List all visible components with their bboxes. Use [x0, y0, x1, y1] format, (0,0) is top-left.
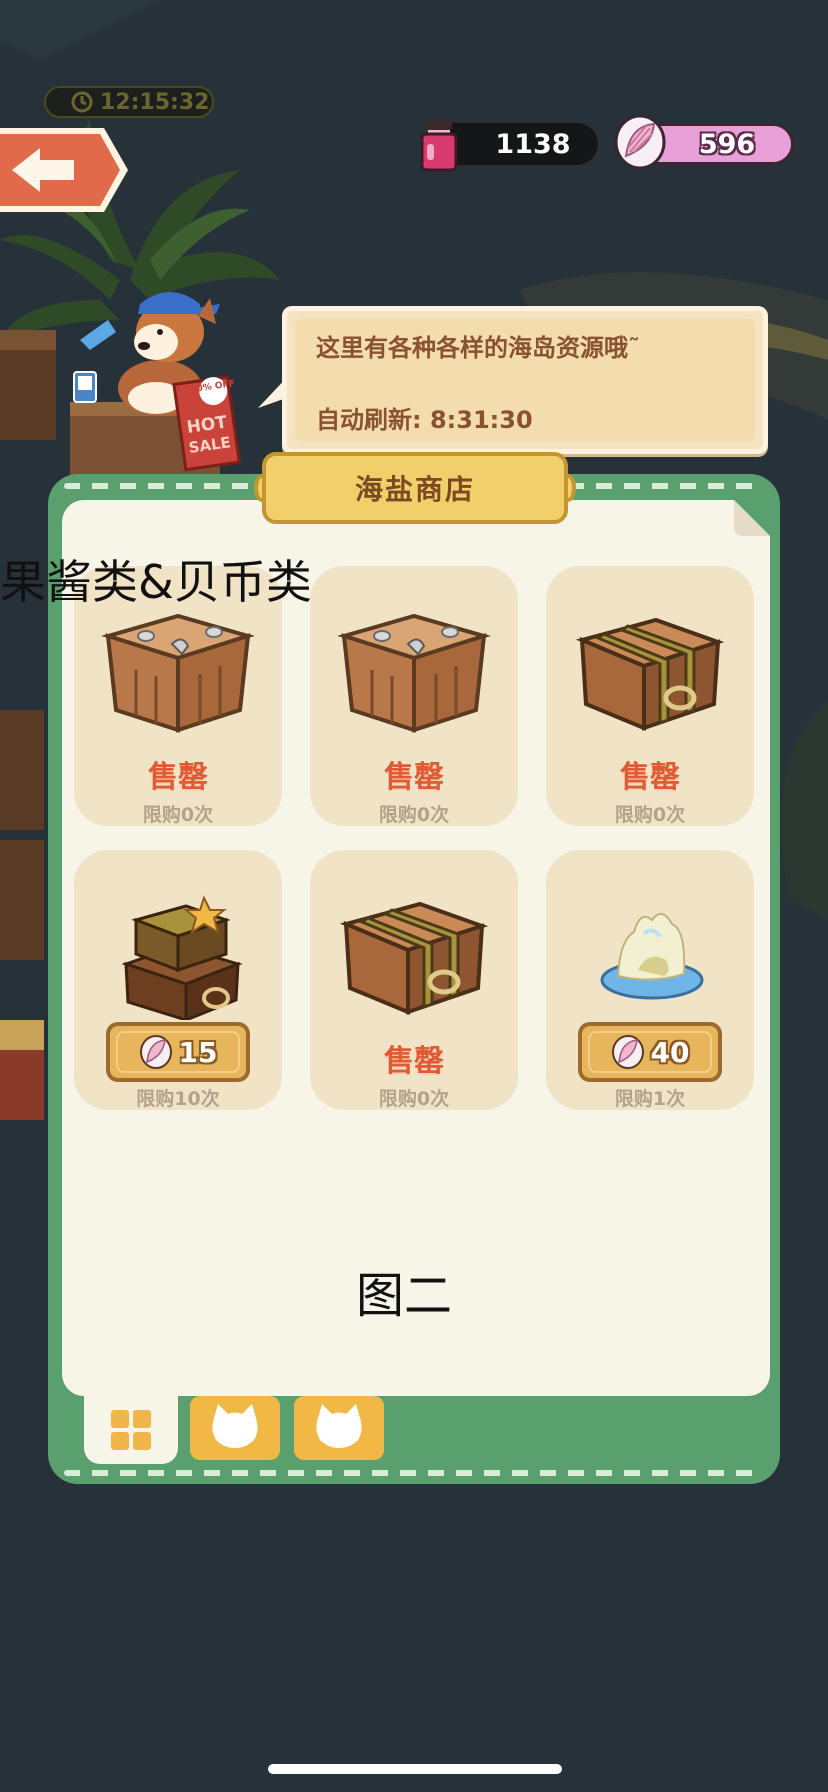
price-value: 40	[650, 1035, 690, 1069]
sea-salt-icon	[600, 913, 704, 1000]
tab-category-2[interactable]	[294, 1396, 384, 1460]
tab-category-1[interactable]	[190, 1396, 280, 1460]
refresh-timer: 自动刷新: 8:31:30	[316, 406, 533, 434]
shop-item-3[interactable]: 售罄 限购0次	[546, 566, 754, 826]
purchase-limit: 限购0次	[378, 804, 450, 826]
purchase-limit: 限购0次	[142, 804, 214, 826]
back-arrow-button[interactable]	[0, 124, 132, 216]
shell-coin-icon	[611, 1035, 644, 1069]
category-caption: 果酱类&贝币类	[0, 555, 312, 609]
treasure-chest-stack-icon	[121, 895, 243, 1020]
grid-icon	[111, 1410, 151, 1450]
purchase-limit: 限购10次	[136, 1088, 220, 1110]
wooden-crate-icon	[101, 613, 255, 733]
jam-count: 1138	[495, 128, 571, 160]
jam-jar-icon	[420, 120, 458, 172]
game-clock: 12:15:32	[44, 86, 214, 118]
shell-coin-count: 596	[698, 128, 756, 160]
cat-icon	[316, 1404, 362, 1448]
purchase-limit: 限购0次	[614, 804, 686, 826]
purchase-limit: 限购0次	[378, 1088, 450, 1110]
shell-coin-icon	[614, 114, 666, 170]
sold-out-label: 售罄	[620, 760, 680, 795]
wooden-crate-icon	[337, 613, 491, 733]
sold-out-label: 售罄	[384, 1044, 444, 1079]
speech-line-1: 这里有各种各样的海岛资源哦˜	[316, 334, 640, 362]
shop-item-6[interactable]: 40 限购1次	[546, 850, 754, 1110]
sold-out-label: 售罄	[148, 760, 208, 795]
shop-item-5[interactable]: 售罄 限购0次	[310, 850, 518, 1110]
figure-label: 图二	[356, 1268, 453, 1324]
strapped-chest-icon	[575, 617, 725, 731]
shop-title: 海盐商店	[262, 452, 568, 524]
price-value: 15	[178, 1035, 218, 1069]
buy-price-button[interactable]: 15	[106, 1022, 250, 1082]
shop-item-4[interactable]: 15 限购10次	[74, 850, 282, 1110]
strapped-chest-icon	[339, 901, 489, 1015]
clock-icon	[71, 91, 93, 113]
home-indicator[interactable]	[268, 1764, 562, 1774]
panel-stitch-bottom	[64, 1470, 764, 1476]
page-corner-fold	[734, 500, 770, 536]
buy-price-button[interactable]: 40	[578, 1022, 722, 1082]
sold-out-label: 售罄	[384, 760, 444, 795]
cat-icon	[212, 1404, 258, 1448]
purchase-limit: 限购1次	[614, 1088, 686, 1110]
shop-item-2[interactable]: 售罄 限购0次	[310, 566, 518, 826]
merchant-dog: 50% OFF HOT SALE	[70, 292, 242, 490]
clock-time: 12:15:32	[100, 89, 210, 115]
shell-coin-icon	[139, 1035, 172, 1069]
tab-all-items[interactable]	[84, 1396, 178, 1464]
